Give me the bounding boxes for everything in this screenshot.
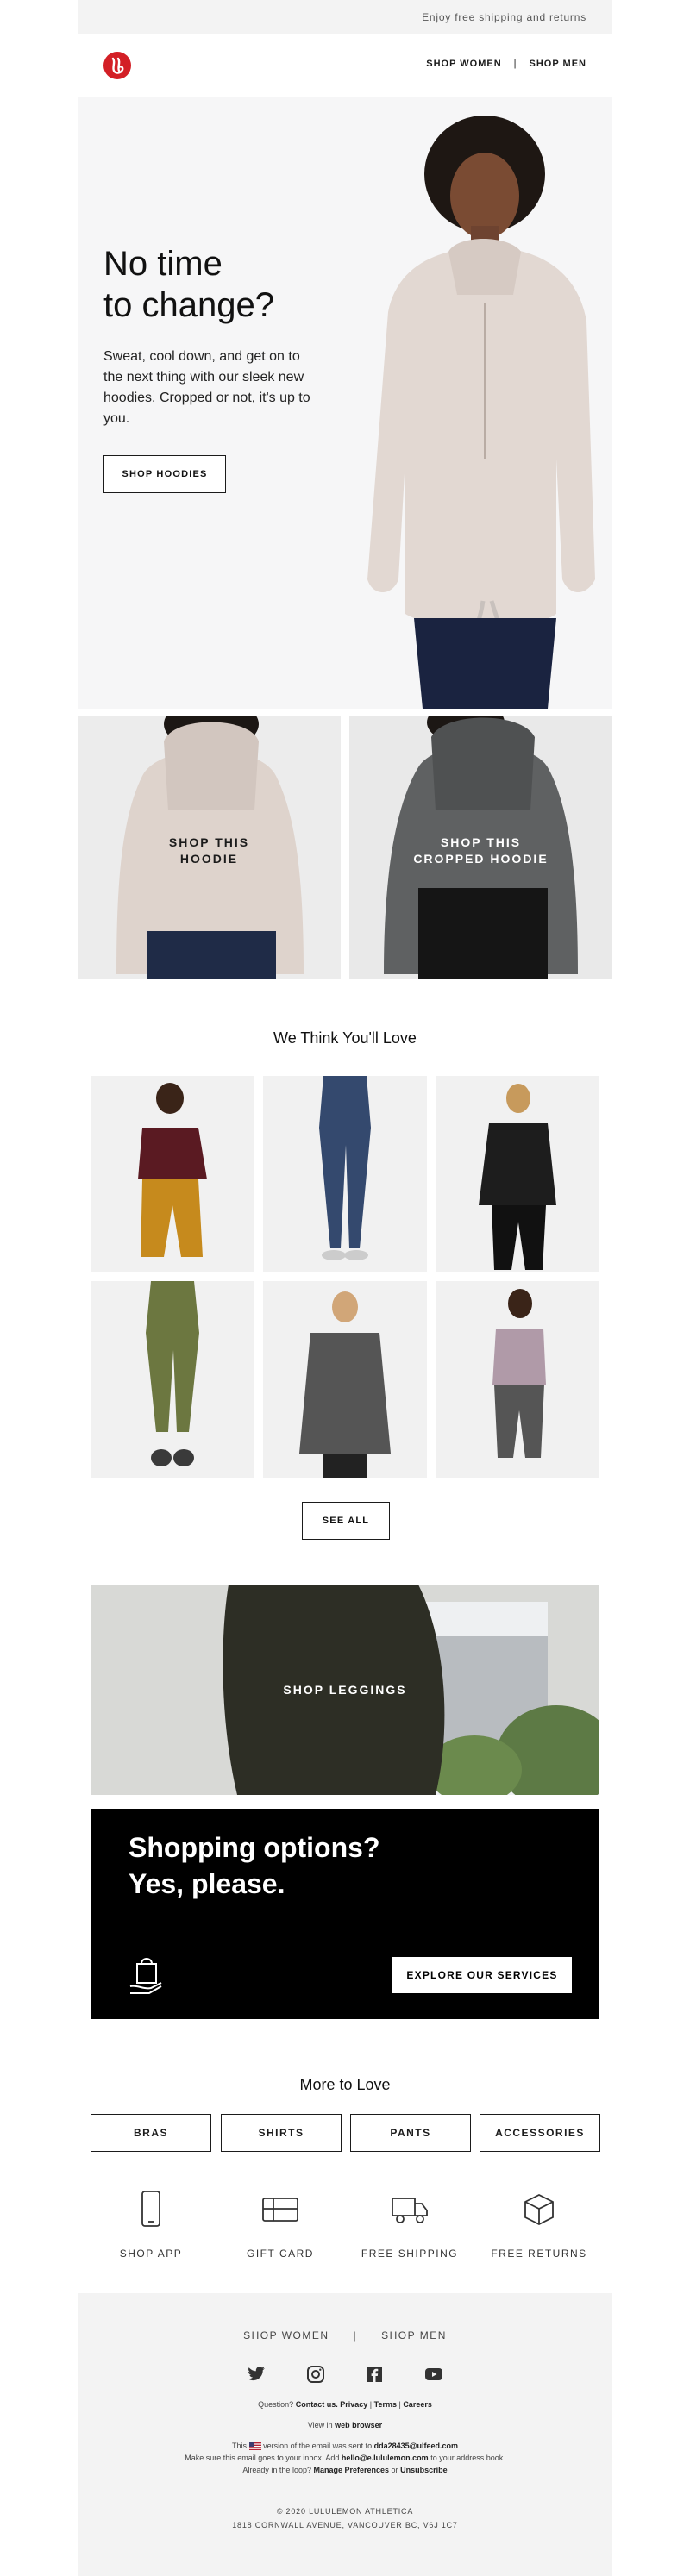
terms-link[interactable]: Terms: [374, 2400, 397, 2409]
category-pants[interactable]: PANTS: [350, 2114, 471, 2152]
product-image-tee: [138, 1083, 207, 1257]
sender-email: hello@e.lululemon.com: [341, 2454, 429, 2462]
unsubscribe-link[interactable]: Unsubscribe: [400, 2466, 448, 2474]
explore-services-button[interactable]: EXPLORE OUR SERVICES: [392, 1957, 572, 1993]
contact-us-link[interactable]: Contact us.: [296, 2400, 338, 2409]
copyright: © 2020 LULULEMON ATHLETICA: [276, 2507, 414, 2516]
product-card[interactable]: [91, 1076, 254, 1272]
see-all-button[interactable]: SEE ALL: [302, 1502, 390, 1540]
shop-women-link[interactable]: SHOP WOMEN: [426, 59, 501, 69]
promo-text: Enjoy free shipping and returns: [422, 11, 586, 23]
instagram-icon[interactable]: [305, 2364, 326, 2385]
feature-free-returns[interactable]: FREE RETURNS: [474, 2190, 604, 2260]
services-banner[interactable]: Shopping options? Yes, please. EXPLORE OU…: [91, 1809, 599, 2019]
recommendations-title: We Think You'll Love: [273, 1029, 417, 1047]
hero-title-line1: No time: [104, 245, 223, 283]
footer-inbox-line: Make sure this email goes to your inbox.…: [78, 2452, 612, 2464]
product-card[interactable]: [263, 1076, 427, 1272]
hero-title-line2: to change?: [104, 286, 274, 324]
product-image-leggings-navy: [319, 1076, 371, 1260]
header: SHOP WOMEN | SHOP MEN: [78, 34, 612, 97]
feature-free-shipping[interactable]: FREE SHIPPING: [345, 2190, 474, 2260]
feature-label: GIFT CARD: [247, 2248, 314, 2260]
phone-icon: [141, 2191, 160, 2227]
category-bras[interactable]: BRAS: [91, 2114, 211, 2152]
services-title: Shopping options? Yes, please.: [129, 1829, 380, 1902]
product-image-crop-olive: [146, 1281, 199, 1466]
hero-body: Sweat, cool down, and get on to the next…: [104, 349, 310, 426]
shop-cropped-hoodie-line1: SHOP THIS: [440, 835, 522, 849]
youtube-icon[interactable]: [423, 2364, 444, 2385]
shop-hoodie-label: SHOP THIS HOODIE: [78, 835, 341, 867]
privacy-link[interactable]: Privacy: [340, 2400, 367, 2409]
facebook-icon[interactable]: [364, 2364, 385, 2385]
product-card[interactable]: [436, 1076, 599, 1272]
header-nav: SHOP WOMEN | SHOP MEN: [426, 59, 586, 69]
view-in-text: View in: [307, 2421, 333, 2429]
product-card[interactable]: [91, 1281, 254, 1478]
recipient-email: dda28435@ulfeed.com: [373, 2442, 458, 2450]
hero-banner[interactable]: No time to change? Sweat, cool down, and …: [78, 97, 612, 709]
product-image-jacket-grey: [299, 1291, 391, 1478]
footer-web-view-line: View in web browser: [78, 2419, 612, 2431]
shop-hoodie-line1: SHOP THIS: [168, 835, 250, 849]
manage-preferences-link[interactable]: Manage Preferences: [313, 2466, 389, 2474]
footer-support-line: Question? Contact us. Privacy | Terms | …: [258, 2400, 432, 2409]
footer-preferences-line: Already in the loop? Manage Preferences …: [78, 2464, 612, 2476]
lululemon-logo[interactable]: [104, 52, 131, 79]
feature-gift-card[interactable]: GIFT CARD: [216, 2190, 345, 2260]
feature-label: SHOP APP: [119, 2248, 183, 2260]
product-image-jacket-black: [479, 1084, 556, 1270]
footer-nav: SHOP WOMEN | SHOP MEN: [78, 2329, 612, 2342]
category-accessories[interactable]: ACCESSORIES: [480, 2114, 600, 2152]
careers-link[interactable]: Careers: [403, 2400, 432, 2409]
product-card[interactable]: [263, 1281, 427, 1478]
box-icon: [524, 2193, 554, 2226]
us-flag-icon: [248, 2442, 261, 2451]
shop-leggings-label: SHOP LEGGINGS: [283, 1683, 407, 1697]
feature-shop-app[interactable]: SHOP APP: [86, 2190, 216, 2260]
shopping-bag-hand-icon: [129, 1958, 162, 1994]
shop-hoodie-line2: HOODIE: [179, 852, 239, 866]
shop-cropped-hoodie-label: SHOP THIS CROPPED HOODIE: [349, 835, 612, 867]
shop-men-link[interactable]: SHOP MEN: [530, 59, 586, 69]
shop-leggings-banner[interactable]: SHOP LEGGINGS: [91, 1585, 599, 1795]
shop-cropped-hoodie-tile[interactable]: SHOP THIS CROPPED HOODIE: [349, 716, 612, 979]
footer-shop-women-link[interactable]: SHOP WOMEN: [243, 2329, 329, 2342]
more-title: More to Love: [299, 2076, 391, 2093]
footer-nav-separator: |: [353, 2329, 358, 2342]
web-browser-link[interactable]: web browser: [335, 2421, 382, 2429]
services-title-line2: Yes, please.: [129, 1868, 285, 1899]
footer: SHOP WOMEN | SHOP MEN Question? Contact us…: [78, 2293, 612, 2576]
shop-hoodies-button[interactable]: SHOP HOODIES: [104, 455, 226, 493]
inbox-suffix-text: to your address book.: [430, 2454, 505, 2462]
shop-hoodie-tile[interactable]: SHOP THIS HOODIE: [78, 716, 341, 979]
or-text: or: [391, 2466, 398, 2474]
question-text: Question?: [258, 2400, 294, 2409]
feature-label: FREE RETURNS: [491, 2248, 587, 2260]
sent-mid-text: version of the email was sent to: [263, 2442, 373, 2450]
product-image-jogger: [492, 1289, 546, 1458]
hero-title: No time to change?: [104, 243, 274, 326]
truck-icon: [392, 2198, 428, 2223]
footer-sent-line: This version of the email was sent to dd…: [78, 2440, 612, 2452]
social-links: [78, 2364, 612, 2389]
sent-prefix-text: This: [232, 2442, 248, 2450]
twitter-icon[interactable]: [246, 2364, 267, 2385]
nav-separator: |: [513, 59, 518, 69]
product-card[interactable]: [436, 1281, 599, 1478]
feature-label: FREE SHIPPING: [361, 2248, 459, 2260]
services-title-line1: Shopping options?: [129, 1832, 380, 1863]
category-shirts[interactable]: SHIRTS: [221, 2114, 342, 2152]
address: 1818 CORNWALL AVENUE, VANCOUVER BC, V6J …: [232, 2521, 458, 2529]
shop-cropped-hoodie-line2: CROPPED HOODIE: [413, 852, 549, 866]
inbox-prefix-text: Make sure this email goes to your inbox.…: [185, 2454, 340, 2462]
loop-prefix-text: Already in the loop?: [242, 2466, 311, 2474]
gift-card-icon: [262, 2198, 298, 2222]
promo-bar: Enjoy free shipping and returns: [78, 0, 612, 34]
footer-shop-men-link[interactable]: SHOP MEN: [381, 2329, 447, 2342]
hero-model-image: [367, 116, 595, 709]
